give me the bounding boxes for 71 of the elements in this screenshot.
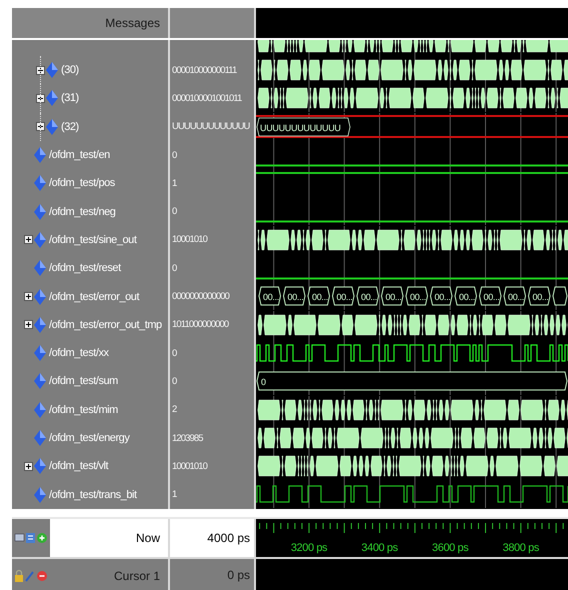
expand-icon[interactable] [24, 462, 33, 471]
signal-value: 2 [172, 404, 176, 416]
signal-name[interactable]: /ofdm_test/en [49, 149, 110, 162]
wave-value-label: UUUUUUUUUUUUU [260, 122, 341, 133]
wave-value-label: 00... [361, 292, 378, 302]
cursor-time: 0 ps [170, 558, 254, 590]
signal-value: 1 [172, 178, 176, 189]
wave-value-label: 00... [484, 292, 500, 302]
expand-icon[interactable] [36, 66, 45, 75]
expand-icon[interactable] [24, 292, 33, 302]
signal-value: 1203985 [172, 432, 203, 444]
diamond-icon [46, 62, 58, 78]
now-time: 4000 ps [170, 518, 254, 557]
signal-name[interactable]: /ofdm_test/neg [49, 206, 116, 218]
time-label: 3200 ps [290, 542, 328, 554]
expand-icon[interactable] [24, 320, 33, 330]
signal-value: 0000000000000 [172, 291, 229, 302]
signal-name[interactable]: /ofdm_test/sum [49, 375, 118, 388]
wave-value-label: 00... [459, 292, 476, 302]
signal-name[interactable]: /ofdm_test/xx [49, 347, 109, 360]
signal-name[interactable]: /ofdm_test/reset [49, 262, 121, 274]
signal-name[interactable]: /ofdm_test/mim [49, 404, 118, 416]
signal-value: 0 [172, 206, 176, 218]
cursor-label: Cursor 1 [114, 568, 160, 583]
signal-name[interactable]: /ofdm_test/error_out [49, 290, 140, 303]
signal-value: 0 [172, 150, 176, 161]
signal-value: 0 [172, 348, 176, 359]
wave-value-label: 00... [532, 292, 549, 302]
signal-value: 0000100001001011 [172, 92, 242, 104]
wave-value-label: 00... [508, 292, 524, 302]
time-label: 3800 ps [502, 542, 539, 554]
signal-value: 000010000000111 [172, 64, 236, 76]
signal-name[interactable]: /ofdm_test/trans_bit [49, 488, 137, 501]
time-label: 3400 ps [361, 542, 398, 554]
signal-value: 0 [172, 376, 176, 387]
wave-value-label: 00... [434, 292, 451, 302]
now-label: Now [50, 518, 168, 557]
column-header: Messages [12, 8, 168, 38]
signal-name[interactable]: /ofdm_test/sine_out [49, 234, 136, 246]
diamond-icon [34, 316, 46, 333]
signal-value: 0 [172, 262, 176, 274]
signal-name[interactable]: (32) [61, 120, 79, 133]
signal-name[interactable]: /ofdm_test/pos [49, 177, 115, 190]
diamond-icon [46, 118, 58, 135]
expand-icon[interactable] [36, 94, 45, 103]
cursor-icons[interactable] [14, 568, 48, 583]
expand-icon[interactable] [36, 122, 45, 132]
diamond-icon [34, 232, 46, 248]
signal-name[interactable]: (30) [61, 64, 79, 76]
signal-value: 1011000000000 [172, 319, 228, 330]
signal-value: 10001010 [172, 234, 208, 246]
diamond-icon [34, 458, 46, 474]
wave-value-label: 00... [288, 292, 304, 302]
wave-value-label: 00... [410, 292, 426, 302]
time-label: 3600 ps [432, 542, 468, 554]
wave-value-label: 00... [386, 292, 402, 302]
toolbar-icons[interactable] [14, 530, 48, 545]
wave-value-label: 00... [312, 292, 328, 302]
signal-value: 1 [172, 489, 176, 500]
diamond-icon [34, 288, 46, 305]
signal-name[interactable]: (31) [61, 92, 79, 104]
expand-icon[interactable] [24, 235, 33, 244]
diamond-icon [46, 90, 58, 106]
signal-name[interactable]: /ofdm_test/error_out_tmp [49, 318, 162, 331]
signal-value: UUUUUUUUUUUUU [172, 121, 250, 132]
signal-name[interactable]: /ofdm_test/vlt [49, 460, 108, 472]
signal-value: 10001010 [172, 460, 208, 472]
signal-name[interactable]: /ofdm_test/energy [49, 432, 130, 444]
wave-value-label: 00... [336, 292, 353, 302]
wave-value-label: 00... [263, 292, 280, 302]
wave-value-label: 0 [261, 377, 266, 388]
